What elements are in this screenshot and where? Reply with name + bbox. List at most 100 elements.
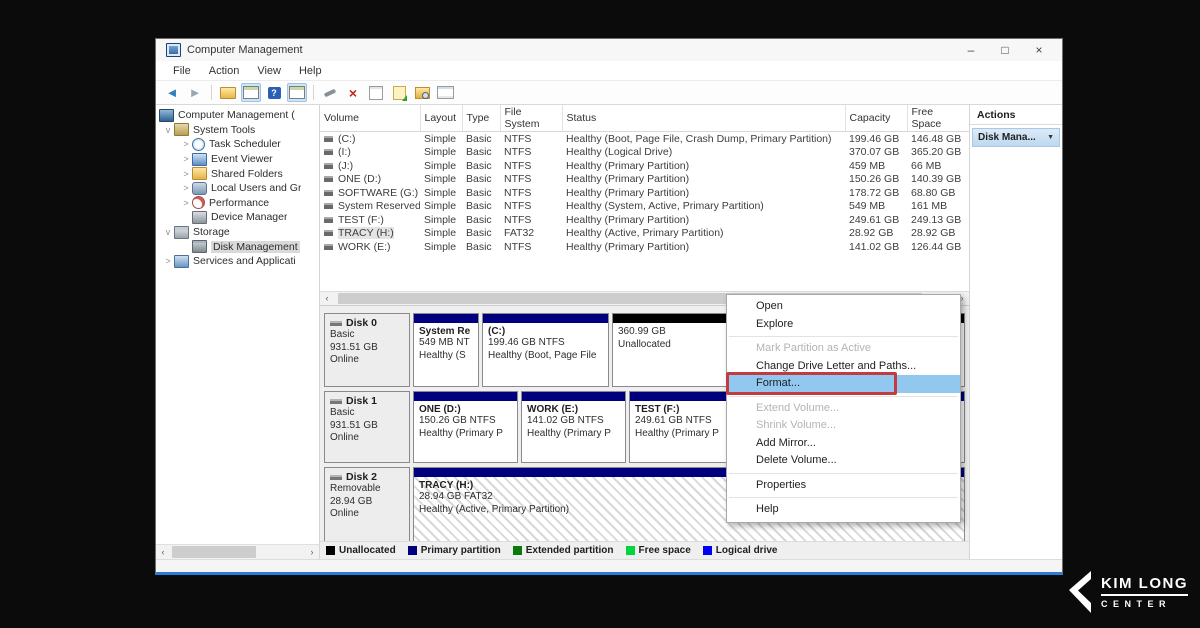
tree-item-disk-management[interactable]: Disk Management xyxy=(156,239,319,254)
expander-icon[interactable]: > xyxy=(180,139,192,149)
show-console-tree-button[interactable] xyxy=(241,83,261,102)
title-bar: Computer Management – □ × xyxy=(156,39,1062,61)
table-row[interactable]: (C:)SimpleBasicNTFSHealthy (Boot, Page F… xyxy=(320,132,969,146)
event-viewer-icon xyxy=(192,153,207,166)
scrollbar-thumb[interactable] xyxy=(172,546,256,558)
expander-icon[interactable]: v xyxy=(162,227,174,237)
tree-item-services[interactable]: >Services and Applicati xyxy=(156,254,319,269)
expander-icon[interactable]: > xyxy=(180,154,192,164)
column-layout[interactable]: Layout xyxy=(420,105,462,132)
menu-file[interactable]: File xyxy=(164,65,200,77)
tree-item-shared-folders[interactable]: >Shared Folders xyxy=(156,166,319,181)
volume-icon xyxy=(324,149,333,155)
legend-swatch-primary xyxy=(408,546,417,555)
close-button[interactable]: × xyxy=(1022,40,1056,60)
tree-item-event-viewer[interactable]: >Event Viewer xyxy=(156,152,319,167)
volume-icon xyxy=(324,136,333,142)
properties-list-button[interactable] xyxy=(435,83,455,102)
menu-action[interactable]: Action xyxy=(200,65,249,77)
menu-help[interactable]: Help xyxy=(290,65,331,77)
forward-button[interactable]: ► xyxy=(185,83,205,102)
scroll-right-icon[interactable]: › xyxy=(305,546,319,559)
expander-icon[interactable]: > xyxy=(162,256,174,266)
form-icon xyxy=(437,86,454,99)
volume-icon xyxy=(324,217,333,223)
minimize-button[interactable]: – xyxy=(954,40,988,60)
tree-item-system-tools[interactable]: vSystem Tools xyxy=(156,123,319,138)
show-action-pane-button[interactable] xyxy=(287,83,307,102)
table-row[interactable]: (I:)SimpleBasicNTFSHealthy (Logical Driv… xyxy=(320,146,969,160)
folder-search-icon xyxy=(415,87,430,99)
tree-item-task-scheduler[interactable]: >Task Scheduler xyxy=(156,137,319,152)
performance-icon xyxy=(192,196,205,209)
partition-work-e[interactable]: WORK (E:)141.02 GB NTFSHealthy (Primary … xyxy=(521,391,626,463)
partition-system-reserved[interactable]: System Re549 MB NTHealthy (S xyxy=(413,313,479,387)
tool-button[interactable] xyxy=(320,83,340,102)
expander-icon[interactable]: v xyxy=(162,125,174,135)
table-row[interactable]: (J:)SimpleBasicNTFSHealthy (Primary Part… xyxy=(320,159,969,173)
table-row[interactable]: SOFTWARE (G:)SimpleBasicNTFSHealthy (Pri… xyxy=(320,186,969,200)
menu-separator xyxy=(729,396,958,397)
services-icon xyxy=(174,255,189,268)
menu-item-delete-volume[interactable]: Delete Volume... xyxy=(727,452,960,470)
legend-swatch-unallocated xyxy=(326,546,335,555)
menu-separator xyxy=(729,497,958,498)
disk2-label[interactable]: Disk 2 Removable 28.94 GB Online xyxy=(324,467,410,545)
back-button[interactable]: ◄ xyxy=(162,83,182,102)
actions-header: Actions xyxy=(970,105,1062,125)
table-row[interactable]: ONE (D:)SimpleBasicNTFSHealthy (Primary … xyxy=(320,173,969,187)
column-status[interactable]: Status xyxy=(562,105,845,132)
help-button[interactable]: ? xyxy=(264,83,284,102)
export-list-button[interactable] xyxy=(218,83,238,102)
column-capacity[interactable]: Capacity xyxy=(845,105,907,132)
disk0-label[interactable]: Disk 0 Basic 931.51 GB Online xyxy=(324,313,410,387)
kim-long-center-logo: KIM LONG CENTER xyxy=(1063,570,1188,614)
menu-item-change-drive-letter[interactable]: Change Drive Letter and Paths... xyxy=(727,358,960,376)
computer-icon xyxy=(159,109,174,122)
volume-icon xyxy=(324,190,333,196)
menu-item-properties[interactable]: Properties xyxy=(727,477,960,495)
status-bar xyxy=(156,559,1062,572)
tree-horizontal-scrollbar[interactable]: ‹ › xyxy=(156,544,319,559)
maximize-button[interactable]: □ xyxy=(988,40,1022,60)
tree-item-computer-management[interactable]: Computer Management ( xyxy=(156,108,319,123)
tree-item-storage[interactable]: vStorage xyxy=(156,225,319,240)
partition-c-drive[interactable]: (C:)199.46 GB NTFSHealthy (Boot, Page Fi… xyxy=(482,313,609,387)
new-note-icon xyxy=(393,86,406,100)
column-file-system[interactable]: File System xyxy=(500,105,562,132)
column-type[interactable]: Type xyxy=(462,105,500,132)
expander-icon[interactable]: > xyxy=(180,198,192,208)
partition-one-d[interactable]: ONE (D:)150.26 GB NTFSHealthy (Primary P xyxy=(413,391,518,463)
tree-item-device-manager[interactable]: Device Manager xyxy=(156,210,319,225)
column-volume[interactable]: Volume xyxy=(320,105,420,132)
check-dialog-button[interactable] xyxy=(366,83,386,102)
column-free-space[interactable]: Free Space xyxy=(907,105,969,132)
window-title: Computer Management xyxy=(187,44,303,56)
tree-item-performance[interactable]: >Performance xyxy=(156,196,319,211)
expander-icon[interactable]: > xyxy=(180,169,192,179)
volume-icon xyxy=(324,203,333,209)
rescan-button[interactable] xyxy=(412,83,432,102)
table-row[interactable]: TRACY (H:)SimpleBasicFAT32Healthy (Activ… xyxy=(320,227,969,241)
actions-pane: Actions Disk Mana... ▼ xyxy=(970,105,1062,559)
menu-item-format[interactable]: Format... xyxy=(727,375,960,393)
menu-item-help[interactable]: Help xyxy=(727,501,960,519)
table-row[interactable]: System ReservedSimpleBasicNTFSHealthy (S… xyxy=(320,200,969,214)
table-row[interactable]: TEST (F:)SimpleBasicNTFSHealthy (Primary… xyxy=(320,213,969,227)
disk1-label[interactable]: Disk 1 Basic 931.51 GB Online xyxy=(324,391,410,463)
scroll-left-icon[interactable]: ‹ xyxy=(320,292,334,305)
legend-item: Logical drive xyxy=(703,545,778,556)
brand-line1: KIM LONG xyxy=(1101,575,1188,596)
scroll-left-icon[interactable]: ‹ xyxy=(156,546,170,559)
delete-button[interactable]: × xyxy=(343,83,363,102)
table-row[interactable]: WORK (E:)SimpleBasicNTFSHealthy (Primary… xyxy=(320,240,969,254)
brand-line2: CENTER xyxy=(1101,599,1188,609)
menu-view[interactable]: View xyxy=(248,65,290,77)
disk-management-actions-item[interactable]: Disk Mana... ▼ xyxy=(972,128,1060,147)
new-volume-button[interactable] xyxy=(389,83,409,102)
tree-item-local-users[interactable]: >Local Users and Gr xyxy=(156,181,319,196)
menu-item-explore[interactable]: Explore xyxy=(727,316,960,334)
menu-item-add-mirror[interactable]: Add Mirror... xyxy=(727,435,960,453)
expander-icon[interactable]: > xyxy=(180,183,192,193)
menu-item-open[interactable]: Open xyxy=(727,298,960,316)
